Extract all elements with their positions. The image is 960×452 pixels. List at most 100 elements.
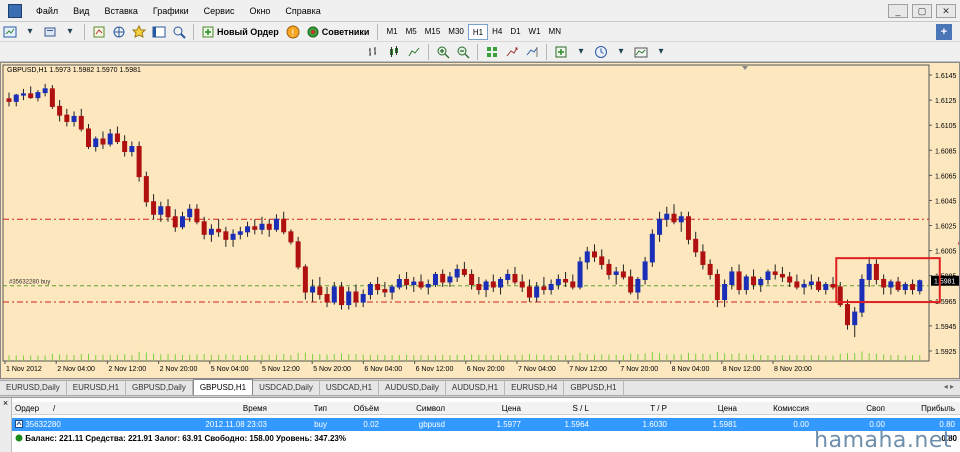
toolbar-separator (546, 43, 547, 60)
tf-d1[interactable]: D1 (506, 24, 524, 40)
line-chart-icon[interactable] (406, 44, 422, 60)
col-volume[interactable]: Объём (330, 404, 382, 413)
dropdown-arrow-icon[interactable]: ▾ (62, 24, 78, 40)
col-order[interactable]: Ордер (12, 404, 50, 413)
zoom-out-icon[interactable] (455, 44, 471, 60)
col-tp[interactable]: T / P (592, 404, 670, 413)
tf-mn[interactable]: MN (545, 24, 565, 40)
candle-bull (743, 276, 749, 291)
warning-icon[interactable]: ! (285, 24, 301, 40)
plot-frame (2, 64, 930, 362)
zoom-in-icon[interactable] (435, 44, 451, 60)
tf-w1[interactable]: W1 (525, 24, 545, 40)
new-order-button[interactable]: Новый Ордер (198, 23, 283, 41)
tab-gbpusd-h1-second[interactable]: GBPUSD,H1 (564, 381, 624, 395)
menu-tools[interactable]: Сервис (198, 0, 244, 22)
tf-m5[interactable]: M5 (402, 24, 421, 40)
tab-audusd-h1[interactable]: AUDUSD,H1 (446, 381, 506, 395)
col-swap[interactable]: Своп (812, 404, 888, 413)
order-price: 1.5977 (496, 420, 521, 429)
app-logo-icon (8, 3, 22, 18)
col-commission[interactable]: Комиссия (740, 404, 812, 413)
candle-bull (852, 311, 858, 326)
price-tick-label: 1.5945 (935, 324, 957, 331)
tf-m1[interactable]: M1 (382, 24, 401, 40)
col-profit[interactable]: Прибыль (888, 404, 958, 413)
chart-shift-icon[interactable] (524, 44, 540, 60)
tab-audusd-daily[interactable]: AUDUSD,Daily (379, 381, 446, 395)
col-price-current[interactable]: Цена (670, 404, 740, 413)
strategy-tester-icon[interactable] (171, 24, 187, 40)
tab-gbpusd-daily[interactable]: GBPUSD,Daily (126, 381, 193, 395)
tab-eurusd-h1[interactable]: EURUSD,H1 (67, 381, 127, 395)
chart-canvas[interactable]: 1.6145 1.6125 1.6105 1.6085 1.6065 1.6045 1.60… (1, 63, 959, 378)
navigator-icon[interactable] (111, 24, 127, 40)
close-button[interactable]: ✕ (936, 4, 956, 18)
favorites-icon[interactable] (131, 24, 147, 40)
candle-bull (657, 218, 663, 235)
tf-m30[interactable]: M30 (444, 24, 468, 40)
candle-bear (194, 208, 200, 223)
price-chart[interactable]: 1.6145 1.6125 1.6105 1.6085 1.6065 1.6045 1.60… (0, 62, 960, 379)
dropdown-arrow-icon[interactable]: ▾ (613, 44, 629, 60)
templates-icon[interactable] (633, 44, 649, 60)
tab-eurusd-h4[interactable]: EURUSD,H4 (505, 381, 565, 395)
candle-bull (71, 115, 77, 122)
menu-charts[interactable]: Графики (147, 0, 198, 22)
add-toolbar-icon[interactable]: + (936, 24, 952, 40)
tab-usdcad-h1[interactable]: USDCAD,H1 (320, 381, 380, 395)
menu-insert[interactable]: Вставка (98, 0, 146, 22)
tile-windows-icon[interactable] (484, 44, 500, 60)
candle-bear (28, 93, 34, 99)
tf-m15[interactable]: M15 (421, 24, 445, 40)
candle-bull (129, 146, 135, 153)
candle-bear (281, 218, 287, 233)
menu-window[interactable]: Окно (244, 0, 280, 22)
dropdown-arrow-icon[interactable]: ▾ (22, 24, 38, 40)
autoscroll-icon[interactable] (504, 44, 520, 60)
order-ticket-value: 35632280 (25, 420, 61, 429)
col-symbol[interactable]: Символ (382, 404, 448, 413)
chart-header: GBPUSD,H1 1.5973 1.5982 1.5970 1.5981 (7, 67, 141, 74)
candle-bear (671, 213, 677, 223)
bar-chart-icon[interactable] (366, 44, 382, 60)
candle-bear (122, 141, 128, 153)
tab-scroll-arrows-icon[interactable]: ◂ ▸ (944, 382, 954, 391)
col-price[interactable]: Цена (448, 404, 524, 413)
col-sort-icon[interactable]: / (50, 404, 70, 413)
terminal-close-icon[interactable]: × (0, 398, 12, 452)
candle-bull (577, 261, 583, 288)
dropdown-arrow-icon[interactable]: ▾ (573, 44, 589, 60)
periods-clock-icon[interactable] (593, 44, 609, 60)
expert-advisors-button[interactable]: Советники (303, 23, 374, 41)
dropdown-arrow-icon[interactable]: ▾ (653, 44, 669, 60)
tf-h4[interactable]: H4 (488, 24, 506, 40)
balance-text: Баланс: 221.11 Средства: 221.91 Залог: 6… (25, 434, 346, 443)
col-time[interactable]: Время (70, 404, 270, 413)
candle-bear (519, 281, 525, 288)
menu-file[interactable]: Файл (30, 0, 67, 22)
tab-eurusd-daily[interactable]: EURUSD,Daily (0, 381, 67, 395)
terminal-icon[interactable] (151, 24, 167, 40)
tab-gbpusd-h1[interactable]: GBPUSD,H1 (192, 379, 254, 395)
col-sl[interactable]: S / L (524, 404, 592, 413)
time-tick-label: 2 Nov 20:00 (160, 366, 198, 373)
candlestick-icon[interactable] (386, 44, 402, 60)
indicators-icon[interactable] (553, 44, 569, 60)
market-watch-icon[interactable] (91, 24, 107, 40)
candle-bull (13, 94, 19, 102)
candle-bull (534, 286, 540, 298)
profiles-icon[interactable] (42, 24, 58, 40)
tab-usdcad-daily[interactable]: USDCAD,Daily (253, 381, 320, 395)
candle-bull (432, 273, 438, 285)
candle-bear (440, 273, 446, 283)
col-type[interactable]: Тип (270, 404, 330, 413)
menu-help[interactable]: Справка (279, 0, 329, 22)
minimize-button[interactable]: _ (888, 4, 908, 18)
restore-button[interactable]: ▢ (912, 4, 932, 18)
new-chart-icon[interactable] (2, 24, 18, 40)
candle-bear (317, 286, 323, 296)
menu-view[interactable]: Вид (67, 0, 98, 22)
candle-bull (859, 278, 865, 313)
tf-h1[interactable]: H1 (467, 23, 489, 40)
